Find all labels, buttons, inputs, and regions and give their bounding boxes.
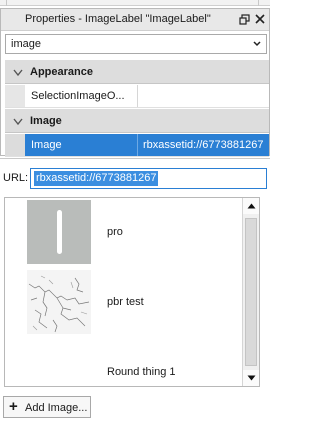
properties-panel: Properties - ImageLabel "ImageLabel" ima… xyxy=(0,8,270,157)
image-picker-popup: URL: rbxassetid://6773881267 pro pbr tes… xyxy=(0,158,270,425)
list-item[interactable]: Round thing 1 xyxy=(25,340,245,386)
list-item[interactable]: pro xyxy=(25,200,245,264)
url-input-selected-text: rbxassetid://6773881267 xyxy=(34,171,159,186)
strip-divider xyxy=(6,0,7,6)
list-item[interactable]: pbr test xyxy=(25,270,245,334)
column-divider xyxy=(137,85,138,107)
image-thumbnail xyxy=(27,270,91,334)
list-scrollbar[interactable] xyxy=(242,198,259,386)
pill-shape xyxy=(57,210,62,254)
image-thumbnail xyxy=(27,340,91,386)
row-indent xyxy=(5,85,25,107)
scroll-down-icon[interactable] xyxy=(243,370,259,386)
scrollbar-thumb[interactable] xyxy=(245,218,257,366)
add-image-button[interactable]: + Add Image... xyxy=(3,396,91,418)
property-row-selectionimageobject[interactable]: SelectionImageO... xyxy=(5,85,269,108)
property-value[interactable]: rbxassetid://6773881267 xyxy=(143,139,267,151)
image-thumbnail xyxy=(27,200,91,264)
property-row-image[interactable]: Image rbxassetid://6773881267 xyxy=(5,134,269,157)
restore-window-icon[interactable] xyxy=(237,12,251,26)
property-filter-dropdown[interactable]: image xyxy=(5,34,267,54)
filter-value: image xyxy=(11,38,41,50)
row-indent xyxy=(5,134,25,156)
properties-titlebar[interactable]: Properties - ImageLabel "ImageLabel" xyxy=(1,9,269,31)
url-input[interactable]: rbxassetid://6773881267 xyxy=(30,168,267,189)
column-divider xyxy=(137,134,138,156)
scroll-up-icon[interactable] xyxy=(243,198,259,214)
chevron-down-icon[interactable] xyxy=(252,38,262,48)
category-appearance[interactable]: Appearance xyxy=(5,60,269,84)
image-list: pro pbr test Round thing 1 xyxy=(4,197,260,387)
collapse-arrow-icon[interactable] xyxy=(13,117,23,126)
top-edge-strip xyxy=(0,0,270,6)
image-name: Round thing 1 xyxy=(107,366,176,378)
category-label: Image xyxy=(30,115,62,127)
property-name: Image xyxy=(31,139,62,151)
image-name: pro xyxy=(107,226,123,238)
panel-title: Properties - ImageLabel "ImageLabel" xyxy=(25,13,211,25)
url-label: URL: xyxy=(3,172,29,184)
image-name: pbr test xyxy=(107,296,144,308)
strip-divider xyxy=(258,0,259,6)
add-image-label: Add Image... xyxy=(25,402,88,414)
plus-icon: + xyxy=(9,398,18,415)
property-name: SelectionImageO... xyxy=(31,90,125,102)
category-image[interactable]: Image xyxy=(5,109,269,133)
collapse-arrow-icon[interactable] xyxy=(13,68,23,77)
close-icon[interactable] xyxy=(253,12,267,26)
category-label: Appearance xyxy=(30,66,93,78)
